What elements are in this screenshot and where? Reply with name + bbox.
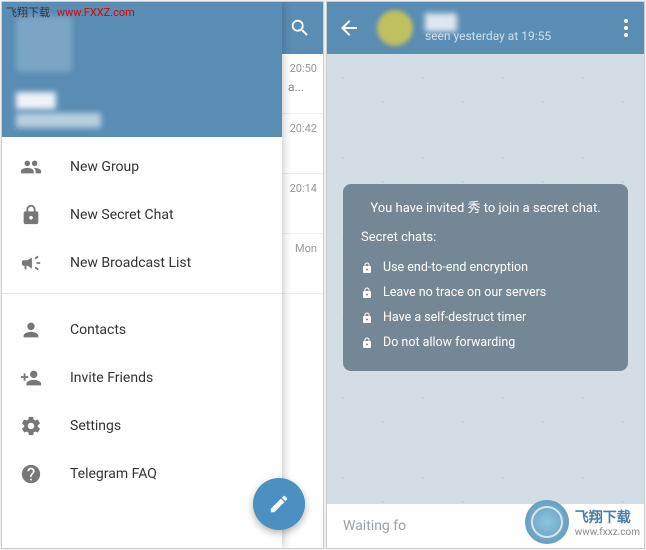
chat-row-time: 20:50 <box>290 62 317 75</box>
watermark-logo-icon <box>525 500 569 544</box>
arrow-left-icon <box>337 16 361 40</box>
menu-label: Contacts <box>70 322 126 338</box>
right-panel: ███ seen yesterday at 19:55 You have inv… <box>326 1 645 549</box>
secret-chat-info-card: You have invited 秀 to join a secret chat… <box>343 184 628 371</box>
chat-list-row[interactable]: 20:42 <box>282 114 323 174</box>
secret-point-text: Do not allow forwarding <box>383 335 515 350</box>
menu-divider <box>2 293 282 294</box>
secret-chat-point: Have a self-destruct timer <box>361 305 610 330</box>
chat-list-row[interactable]: 20:14 <box>282 174 323 234</box>
menu-item-settings[interactable]: Settings <box>2 402 282 450</box>
chat-avatar[interactable] <box>377 10 413 46</box>
drawer-menu-primary: New Group New Secret Chat New Broadcast Li… <box>2 137 282 287</box>
left-panel: 20:50 a... 20:42 20:14 Mon ████ ██████████ N… <box>1 1 324 549</box>
lock-icon <box>361 262 373 274</box>
chat-row-preview: a... <box>288 80 304 94</box>
chat-last-seen: seen yesterday at 19:55 <box>425 29 618 43</box>
menu-item-new-broadcast[interactable]: New Broadcast List <box>2 239 282 287</box>
pencil-icon <box>268 493 290 515</box>
user-avatar[interactable] <box>16 16 72 72</box>
secret-heading: Secret chats: <box>361 230 610 245</box>
chat-list-row[interactable]: 20:50 a... <box>282 54 323 114</box>
compose-fab[interactable] <box>253 478 305 530</box>
secret-point-text: Have a self-destruct timer <box>383 310 526 325</box>
user-name: ████ <box>16 92 268 109</box>
watermark-bottom-label: 飞翔下载 <box>575 510 631 526</box>
lock-icon <box>361 337 373 349</box>
secret-chat-point: Leave no trace on our servers <box>361 280 610 305</box>
gear-icon <box>20 415 42 437</box>
chat-title-area[interactable]: ███ seen yesterday at 19:55 <box>425 13 618 43</box>
menu-item-new-group[interactable]: New Group <box>2 143 282 191</box>
back-button[interactable] <box>337 16 361 40</box>
menu-item-faq[interactable]: Telegram FAQ <box>2 450 282 498</box>
chat-input-placeholder: Waiting fo <box>343 518 406 534</box>
menu-item-new-secret-chat[interactable]: New Secret Chat <box>2 191 282 239</box>
menu-label: New Group <box>70 159 139 175</box>
broadcast-icon <box>20 252 42 274</box>
watermark-bottom: 飞翔下载 www.fxxz.com <box>525 500 640 544</box>
menu-item-invite[interactable]: Invite Friends <box>2 354 282 402</box>
invite-icon <box>20 367 42 389</box>
more-vertical-icon <box>624 19 628 37</box>
menu-label: Invite Friends <box>70 370 153 386</box>
chat-row-time: 20:42 <box>290 122 317 135</box>
chat-contact-name: ███ <box>425 13 618 27</box>
help-icon <box>20 463 42 485</box>
secret-point-text: Use end-to-end encryption <box>383 260 528 275</box>
menu-item-contacts[interactable]: Contacts <box>2 306 282 354</box>
chat-body: You have invited 秀 to join a secret chat… <box>327 54 644 504</box>
watermark-top-label: 飞翔下载 <box>6 6 50 19</box>
watermark-top: 飞翔下载 www.FXXZ.com <box>6 4 135 20</box>
menu-label: Settings <box>70 418 121 434</box>
menu-label: New Broadcast List <box>70 255 191 271</box>
lock-icon <box>361 287 373 299</box>
person-icon <box>20 319 42 341</box>
watermark-bottom-url: www.fxxz.com <box>575 527 640 538</box>
drawer-menu-secondary: Contacts Invite Friends Settings Telegram F… <box>2 300 282 498</box>
chat-row-time: Mon <box>295 242 317 255</box>
menu-label: Telegram FAQ <box>70 466 157 482</box>
group-icon <box>20 156 42 178</box>
secret-chat-point: Do not allow forwarding <box>361 330 610 355</box>
chat-list-header <box>282 2 323 54</box>
lock-icon <box>20 204 42 226</box>
watermark-top-url: www.FXXZ.com <box>57 6 135 19</box>
chat-header: ███ seen yesterday at 19:55 <box>327 2 644 54</box>
secret-chat-point: Use end-to-end encryption <box>361 255 610 280</box>
chat-row-time: 20:14 <box>290 182 317 195</box>
secret-point-text: Leave no trace on our servers <box>383 285 546 300</box>
user-phone: ██████████ <box>16 113 268 127</box>
chat-list-row[interactable]: Mon <box>282 234 323 294</box>
menu-label: New Secret Chat <box>70 207 174 223</box>
secret-invite-text: You have invited 秀 to join a secret chat… <box>361 200 610 218</box>
drawer-header: ████ ██████████ <box>2 2 282 137</box>
lock-icon <box>361 312 373 324</box>
search-icon[interactable] <box>289 17 311 39</box>
more-options-button[interactable] <box>618 19 634 37</box>
chat-list-background: 20:50 a... 20:42 20:14 Mon <box>282 2 323 548</box>
navigation-drawer: ████ ██████████ New Group New Secret Chat… <box>2 2 282 548</box>
